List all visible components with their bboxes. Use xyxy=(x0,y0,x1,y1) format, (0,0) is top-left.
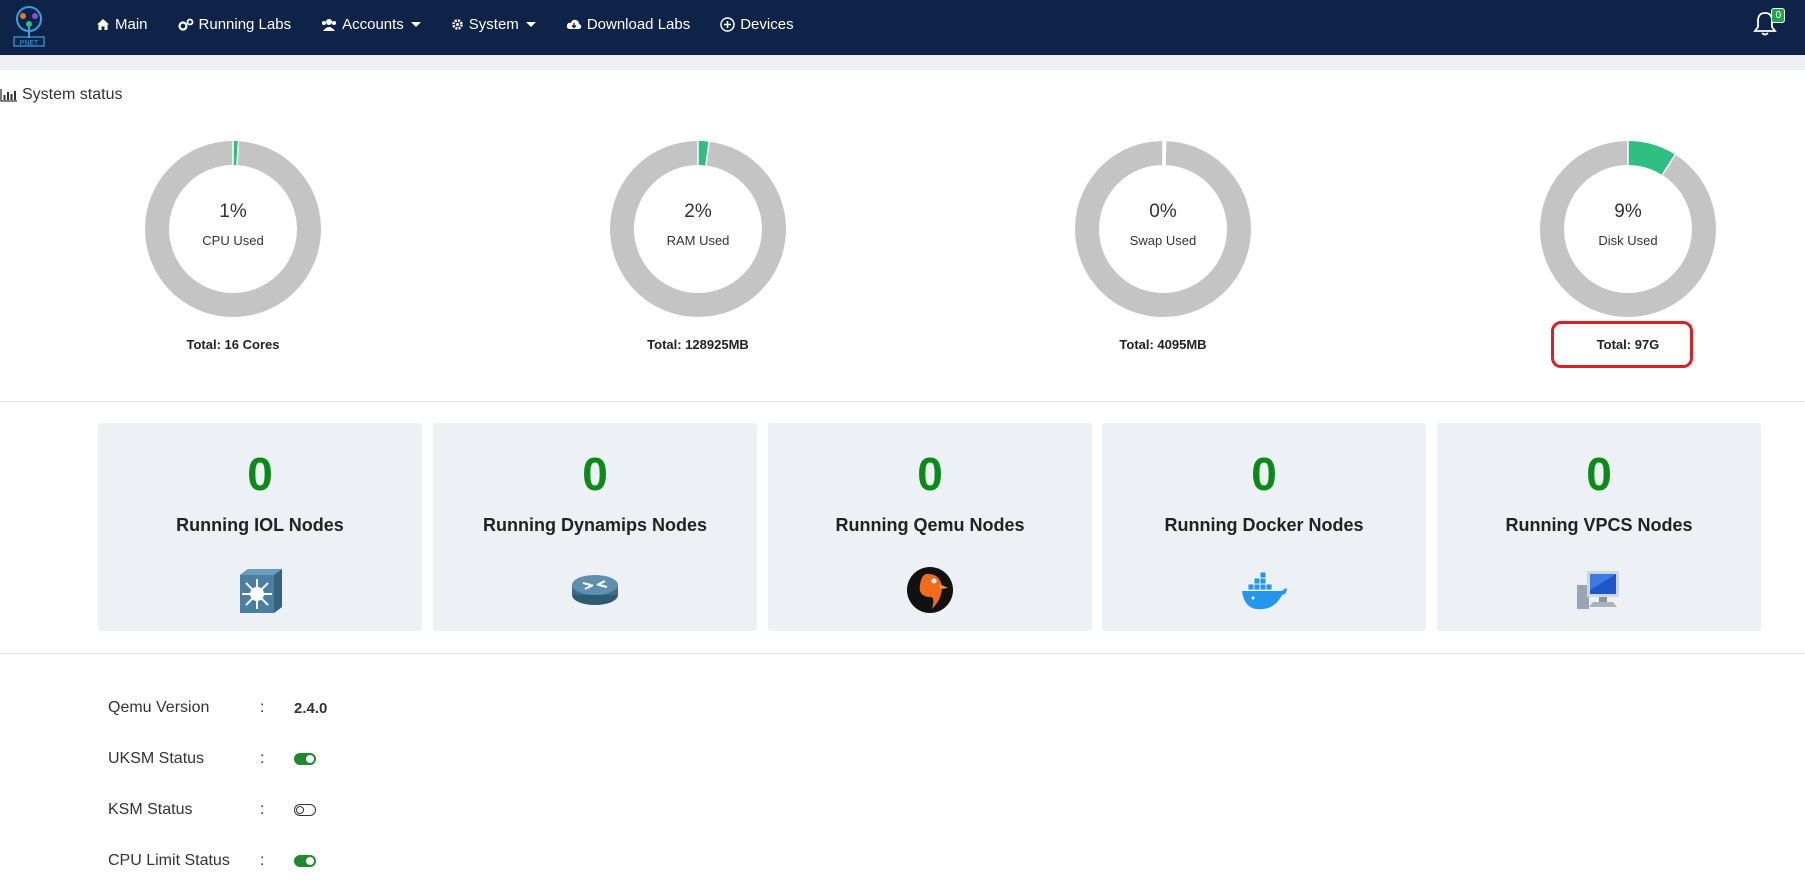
node-label: Running Dynamips Nodes xyxy=(482,515,707,535)
node-label: Running IOL Nodes xyxy=(176,515,344,535)
nav-item-label: Main xyxy=(115,15,148,33)
info-row-qemu-version: Qemu Version: 2.4.0 xyxy=(108,696,327,720)
gauge-total: Total: 4095MB xyxy=(1119,337,1207,352)
users-icon xyxy=(322,18,337,31)
info-label: CPU Limit Status xyxy=(108,852,230,869)
nav-item-accounts[interactable]: Accounts xyxy=(321,16,421,33)
docker-icon xyxy=(1240,565,1288,615)
gauge-ram-used: 2% RAM Used Total: 128925MB xyxy=(603,137,793,352)
gauge-disk-used: 9% Disk Used Total: 97G xyxy=(1533,137,1723,352)
gauge-label: Disk Used xyxy=(1598,233,1658,248)
status-toggle[interactable] xyxy=(294,753,316,765)
node-label: Running Qemu Nodes xyxy=(835,515,1025,535)
gauge-total: Total: 128925MB xyxy=(647,337,749,352)
nav-item-main[interactable]: Main xyxy=(96,16,148,33)
donut-free-arc xyxy=(1540,141,1716,317)
donut-chart xyxy=(1540,141,1716,317)
cloud-download-icon xyxy=(566,19,582,29)
node-card-running-qemu-nodes: 0 Running Qemu Nodes xyxy=(768,423,1092,631)
chevron-down-icon xyxy=(525,21,536,27)
nav-item-download-labs[interactable]: Download Labs xyxy=(566,16,690,33)
divider xyxy=(0,401,1805,402)
computer-icon xyxy=(1575,565,1623,615)
info-colon: : xyxy=(260,750,265,767)
donut-free-arc xyxy=(1075,141,1251,317)
donut-chart xyxy=(145,141,321,317)
nav-item-system[interactable]: System xyxy=(451,16,536,33)
gauge-percent: 1% xyxy=(219,201,247,222)
switch-icon xyxy=(236,565,284,615)
node-label: Running VPCS Nodes xyxy=(1505,515,1693,535)
info-colon: : xyxy=(260,852,265,869)
gauge-label: RAM Used xyxy=(666,233,730,248)
node-count: 0 xyxy=(1586,448,1612,500)
home-icon xyxy=(97,18,109,30)
gauge-cpu-used: 1% CPU Used Total: 16 Cores xyxy=(138,137,328,352)
gauge-label: Swap Used xyxy=(1129,233,1197,248)
info-row-ksm-status: KSM Status: xyxy=(108,798,316,822)
plus-circle-icon xyxy=(720,16,735,32)
donut-used-arc xyxy=(697,141,710,166)
node-count: 0 xyxy=(247,448,273,500)
annotation-highlight xyxy=(1551,321,1693,368)
gauge-percent: 0% xyxy=(1149,201,1177,222)
notifications-badge: 0 xyxy=(1771,8,1785,23)
nav-item-devices[interactable]: Devices xyxy=(720,15,794,33)
gauge-label: CPU Used xyxy=(202,233,264,248)
nav-item-label: Running Labs xyxy=(198,15,292,33)
gauge-percent: 2% xyxy=(684,201,712,222)
donut-used-arc xyxy=(1627,141,1676,176)
bar-chart-icon xyxy=(0,89,17,102)
donut-free-arc xyxy=(145,141,321,317)
toggle-knob xyxy=(296,806,304,814)
notifications-button[interactable]: 0 xyxy=(1753,8,1785,40)
donut-free-arc xyxy=(610,141,786,317)
router-icon xyxy=(571,565,619,615)
donut-chart xyxy=(610,141,786,317)
info-label: UKSM Status xyxy=(108,750,205,767)
logo-text: PNET xyxy=(20,40,39,47)
info-row-uksm-status: UKSM Status: xyxy=(108,747,316,771)
gauge-swap-used: 0% Swap Used Total: 4095MB xyxy=(1068,137,1258,352)
node-card-running-dynamips-nodes: 0 Running Dynamips Nodes xyxy=(433,423,757,631)
nav-item-label: Devices xyxy=(740,15,794,33)
system-status-title: System status xyxy=(0,86,122,104)
chevron-down-icon xyxy=(410,21,421,27)
info-label: Qemu Version xyxy=(108,699,210,716)
gears-icon xyxy=(177,18,193,31)
subheader-bar xyxy=(0,55,1805,70)
toggle-knob xyxy=(306,755,314,763)
node-card-running-iol-nodes: 0 Running IOL Nodes xyxy=(98,423,422,631)
nav-menu: Main Running Labs Accounts System Downlo… xyxy=(96,0,824,48)
top-navbar: PNET Main Running Labs Accounts System D… xyxy=(0,0,1805,55)
qemu-icon xyxy=(906,565,954,615)
pnet-logo[interactable]: PNET xyxy=(8,4,50,48)
status-toggle[interactable] xyxy=(294,804,316,816)
info-row-cpu-limit-status: CPU Limit Status: xyxy=(108,849,316,873)
donut-separator xyxy=(1164,141,1167,166)
status-toggle[interactable] xyxy=(294,855,316,867)
info-label: KSM Status xyxy=(108,801,193,818)
nav-item-running-labs[interactable]: Running Labs xyxy=(177,15,292,33)
info-colon: : xyxy=(260,699,265,716)
info-value: 2.4.0 xyxy=(294,699,328,717)
donut-chart xyxy=(1075,141,1251,317)
node-count: 0 xyxy=(582,448,608,500)
gear-icon xyxy=(451,18,463,30)
node-card-running-docker-nodes: 0 Running Docker Nodes xyxy=(1102,423,1426,631)
gauge-percent: 9% xyxy=(1614,201,1642,222)
node-count: 0 xyxy=(917,448,943,500)
node-label: Running Docker Nodes xyxy=(1164,515,1364,535)
nav-item-label: Download Labs xyxy=(586,15,691,33)
toggle-knob xyxy=(306,857,314,865)
section-title-text: System status xyxy=(22,86,123,103)
node-card-running-vpcs-nodes: 0 Running VPCS Nodes xyxy=(1437,423,1761,631)
node-count: 0 xyxy=(1251,448,1277,500)
nav-item-label: Accounts xyxy=(342,15,404,33)
gauge-total: Total: 16 Cores xyxy=(186,337,280,352)
info-colon: : xyxy=(260,801,265,818)
divider xyxy=(0,653,1805,654)
nav-item-label: System xyxy=(468,15,519,33)
